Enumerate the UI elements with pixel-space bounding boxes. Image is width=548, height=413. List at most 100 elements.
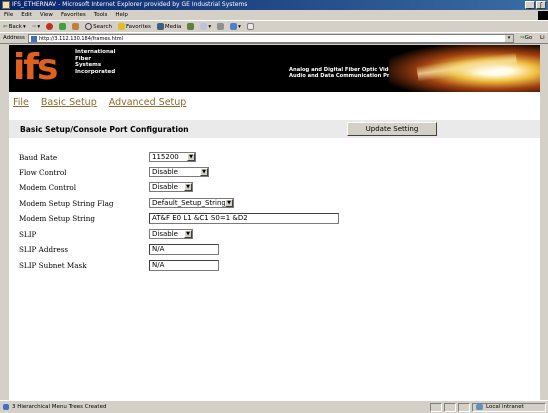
address-bar: Address http://3.112.130.184/frames.html… xyxy=(0,32,548,44)
history-icon xyxy=(187,23,195,30)
slip-label: SLIP xyxy=(19,230,37,239)
flow-control-label: Flow Control xyxy=(19,168,67,177)
print-icon xyxy=(217,23,225,30)
status-pane xyxy=(458,403,470,412)
favorites-icon xyxy=(118,23,126,30)
status-message: 3 Hierarchical Menu Trees Created xyxy=(12,404,107,410)
modem-setup-flag-value: Default_Setup_String xyxy=(152,199,226,207)
chevron-down-icon: ▼ xyxy=(225,199,233,207)
chevron-down-icon: ▼ xyxy=(187,153,195,161)
forward-arrow-icon: ⇒ xyxy=(31,23,37,30)
chevron-down-icon: ▼ xyxy=(184,183,192,191)
forward-button[interactable]: ⇒ ▾ xyxy=(32,21,40,32)
baud-rate-select[interactable]: 115200 ▼ xyxy=(149,152,196,162)
chevron-down-icon: ▼ xyxy=(184,230,192,238)
page-content: ifs International Fiber Systems Incorpor… xyxy=(9,45,540,400)
page-icon xyxy=(31,36,37,42)
search-label: Search xyxy=(93,23,113,30)
vertical-scrollbar[interactable] xyxy=(540,45,548,400)
address-input[interactable]: http://3.112.130.184/frames.html ▾ xyxy=(28,34,514,43)
slip-subnet-mask-label: SLIP Subnet Mask xyxy=(19,261,87,270)
flow-control-value: Disable xyxy=(152,168,178,176)
update-setting-button[interactable]: Update Setting xyxy=(347,122,437,136)
left-frame-edge xyxy=(0,45,9,400)
window-title: IFS_ETHERNAV - Microsoft Internet Explor… xyxy=(12,1,248,8)
edit-button[interactable]: ▾ xyxy=(230,21,241,32)
menubar: File Edit View Favorites Tools Help xyxy=(0,10,548,20)
top-nav-menu: File Basic Setup Advanced Setup xyxy=(13,97,186,108)
refresh-icon xyxy=(59,23,67,30)
go-label: Go xyxy=(524,35,533,41)
windows-logo-icon xyxy=(538,11,548,20)
form-header: Basic Setup/Console Port Configuration U… xyxy=(9,120,540,138)
search-icon xyxy=(85,23,93,30)
page-status-icon xyxy=(3,404,9,410)
menu-edit[interactable]: Edit xyxy=(21,10,32,20)
back-arrow-icon: ⇐ xyxy=(3,23,8,30)
flow-control-select[interactable]: Disable ▼ xyxy=(149,167,209,177)
menu-file[interactable]: File xyxy=(4,10,13,20)
media-button[interactable]: Media xyxy=(156,21,182,32)
ifs-banner: ifs International Fiber Systems Incorpor… xyxy=(9,45,540,92)
chevron-down-icon: ▼ xyxy=(200,168,208,176)
media-label: Media xyxy=(164,23,182,30)
modem-setup-string-input[interactable]: AT&F E0 L1 &C1 S0=1 &D2 xyxy=(149,213,339,224)
discuss-icon xyxy=(246,23,254,30)
go-button[interactable]: ⇒Go xyxy=(520,35,532,41)
slip-select[interactable]: Disable ▼ xyxy=(149,229,193,239)
baud-rate-value: 115200 xyxy=(152,153,179,161)
slip-subnet-mask-input[interactable]: N/A xyxy=(149,260,219,271)
modem-control-value: Disable xyxy=(152,183,178,191)
restore-button[interactable]: ʃ xyxy=(536,1,546,9)
nav-file[interactable]: File xyxy=(13,97,29,108)
home-icon xyxy=(72,23,80,30)
slip-value: Disable xyxy=(152,230,178,238)
menu-tools[interactable]: Tools xyxy=(94,10,108,20)
modem-setup-flag-label: Modem Setup String Flag xyxy=(19,199,114,208)
form-title: Basic Setup/Console Port Configuration xyxy=(20,125,189,134)
home-button[interactable] xyxy=(72,21,80,32)
ie-app-icon xyxy=(2,1,10,9)
back-button[interactable]: ⇐ Back ▾ xyxy=(3,21,26,32)
chevron-down-icon: ▾ xyxy=(22,23,26,30)
menu-help[interactable]: Help xyxy=(115,10,128,20)
links-label[interactable]: Li xyxy=(540,35,545,41)
modem-control-select[interactable]: Disable ▼ xyxy=(149,182,193,192)
nav-basic-setup[interactable]: Basic Setup xyxy=(41,97,97,108)
nav-advanced-setup[interactable]: Advanced Setup xyxy=(109,97,187,108)
slip-address-input[interactable]: N/A xyxy=(149,244,219,255)
refresh-button[interactable] xyxy=(59,21,67,32)
search-button[interactable]: Search xyxy=(85,21,112,32)
discuss-button[interactable] xyxy=(246,21,254,32)
status-pane xyxy=(444,403,456,412)
intranet-zone-icon xyxy=(476,404,483,410)
status-pane xyxy=(430,403,442,412)
stop-button[interactable] xyxy=(46,21,54,32)
history-button[interactable] xyxy=(187,21,195,32)
chevron-down-icon: ▾ xyxy=(208,23,212,30)
mail-button[interactable]: ▾ xyxy=(200,21,211,32)
menu-view[interactable]: View xyxy=(40,10,53,20)
company-line: International xyxy=(75,49,116,55)
baud-rate-label: Baud Rate xyxy=(19,153,58,162)
minimize-button[interactable]: _ xyxy=(525,1,535,9)
edit-icon xyxy=(230,23,238,30)
favorites-button[interactable]: Favorites xyxy=(118,21,151,32)
print-button[interactable] xyxy=(217,21,225,32)
back-label: Back xyxy=(8,23,22,30)
zone-label: Local intranet xyxy=(486,404,524,410)
slip-address-label: SLIP Address xyxy=(19,245,69,254)
favorites-label: Favorites xyxy=(126,23,151,30)
toolbar: ⇐ Back ▾ ⇒ ▾ Search Favorites Media ▾ ▾ xyxy=(0,20,548,32)
modem-setup-flag-select[interactable]: Default_Setup_String ▼ xyxy=(149,198,234,208)
ifs-logo: ifs xyxy=(13,47,58,88)
status-bar: 3 Hierarchical Menu Trees Created Local … xyxy=(0,400,548,413)
company-line: Incorporated xyxy=(75,68,116,75)
company-name: International Fiber Systems Incorporated xyxy=(75,49,115,75)
modem-control-label: Modem Control xyxy=(19,183,77,192)
chevron-down-icon[interactable]: ▾ xyxy=(505,35,513,42)
address-url: http://3.112.130.184/frames.html xyxy=(39,36,123,42)
window-controls: _ ʃ xyxy=(525,0,546,10)
chevron-down-icon: ▾ xyxy=(37,23,41,30)
menu-favorites[interactable]: Favorites xyxy=(61,10,86,20)
